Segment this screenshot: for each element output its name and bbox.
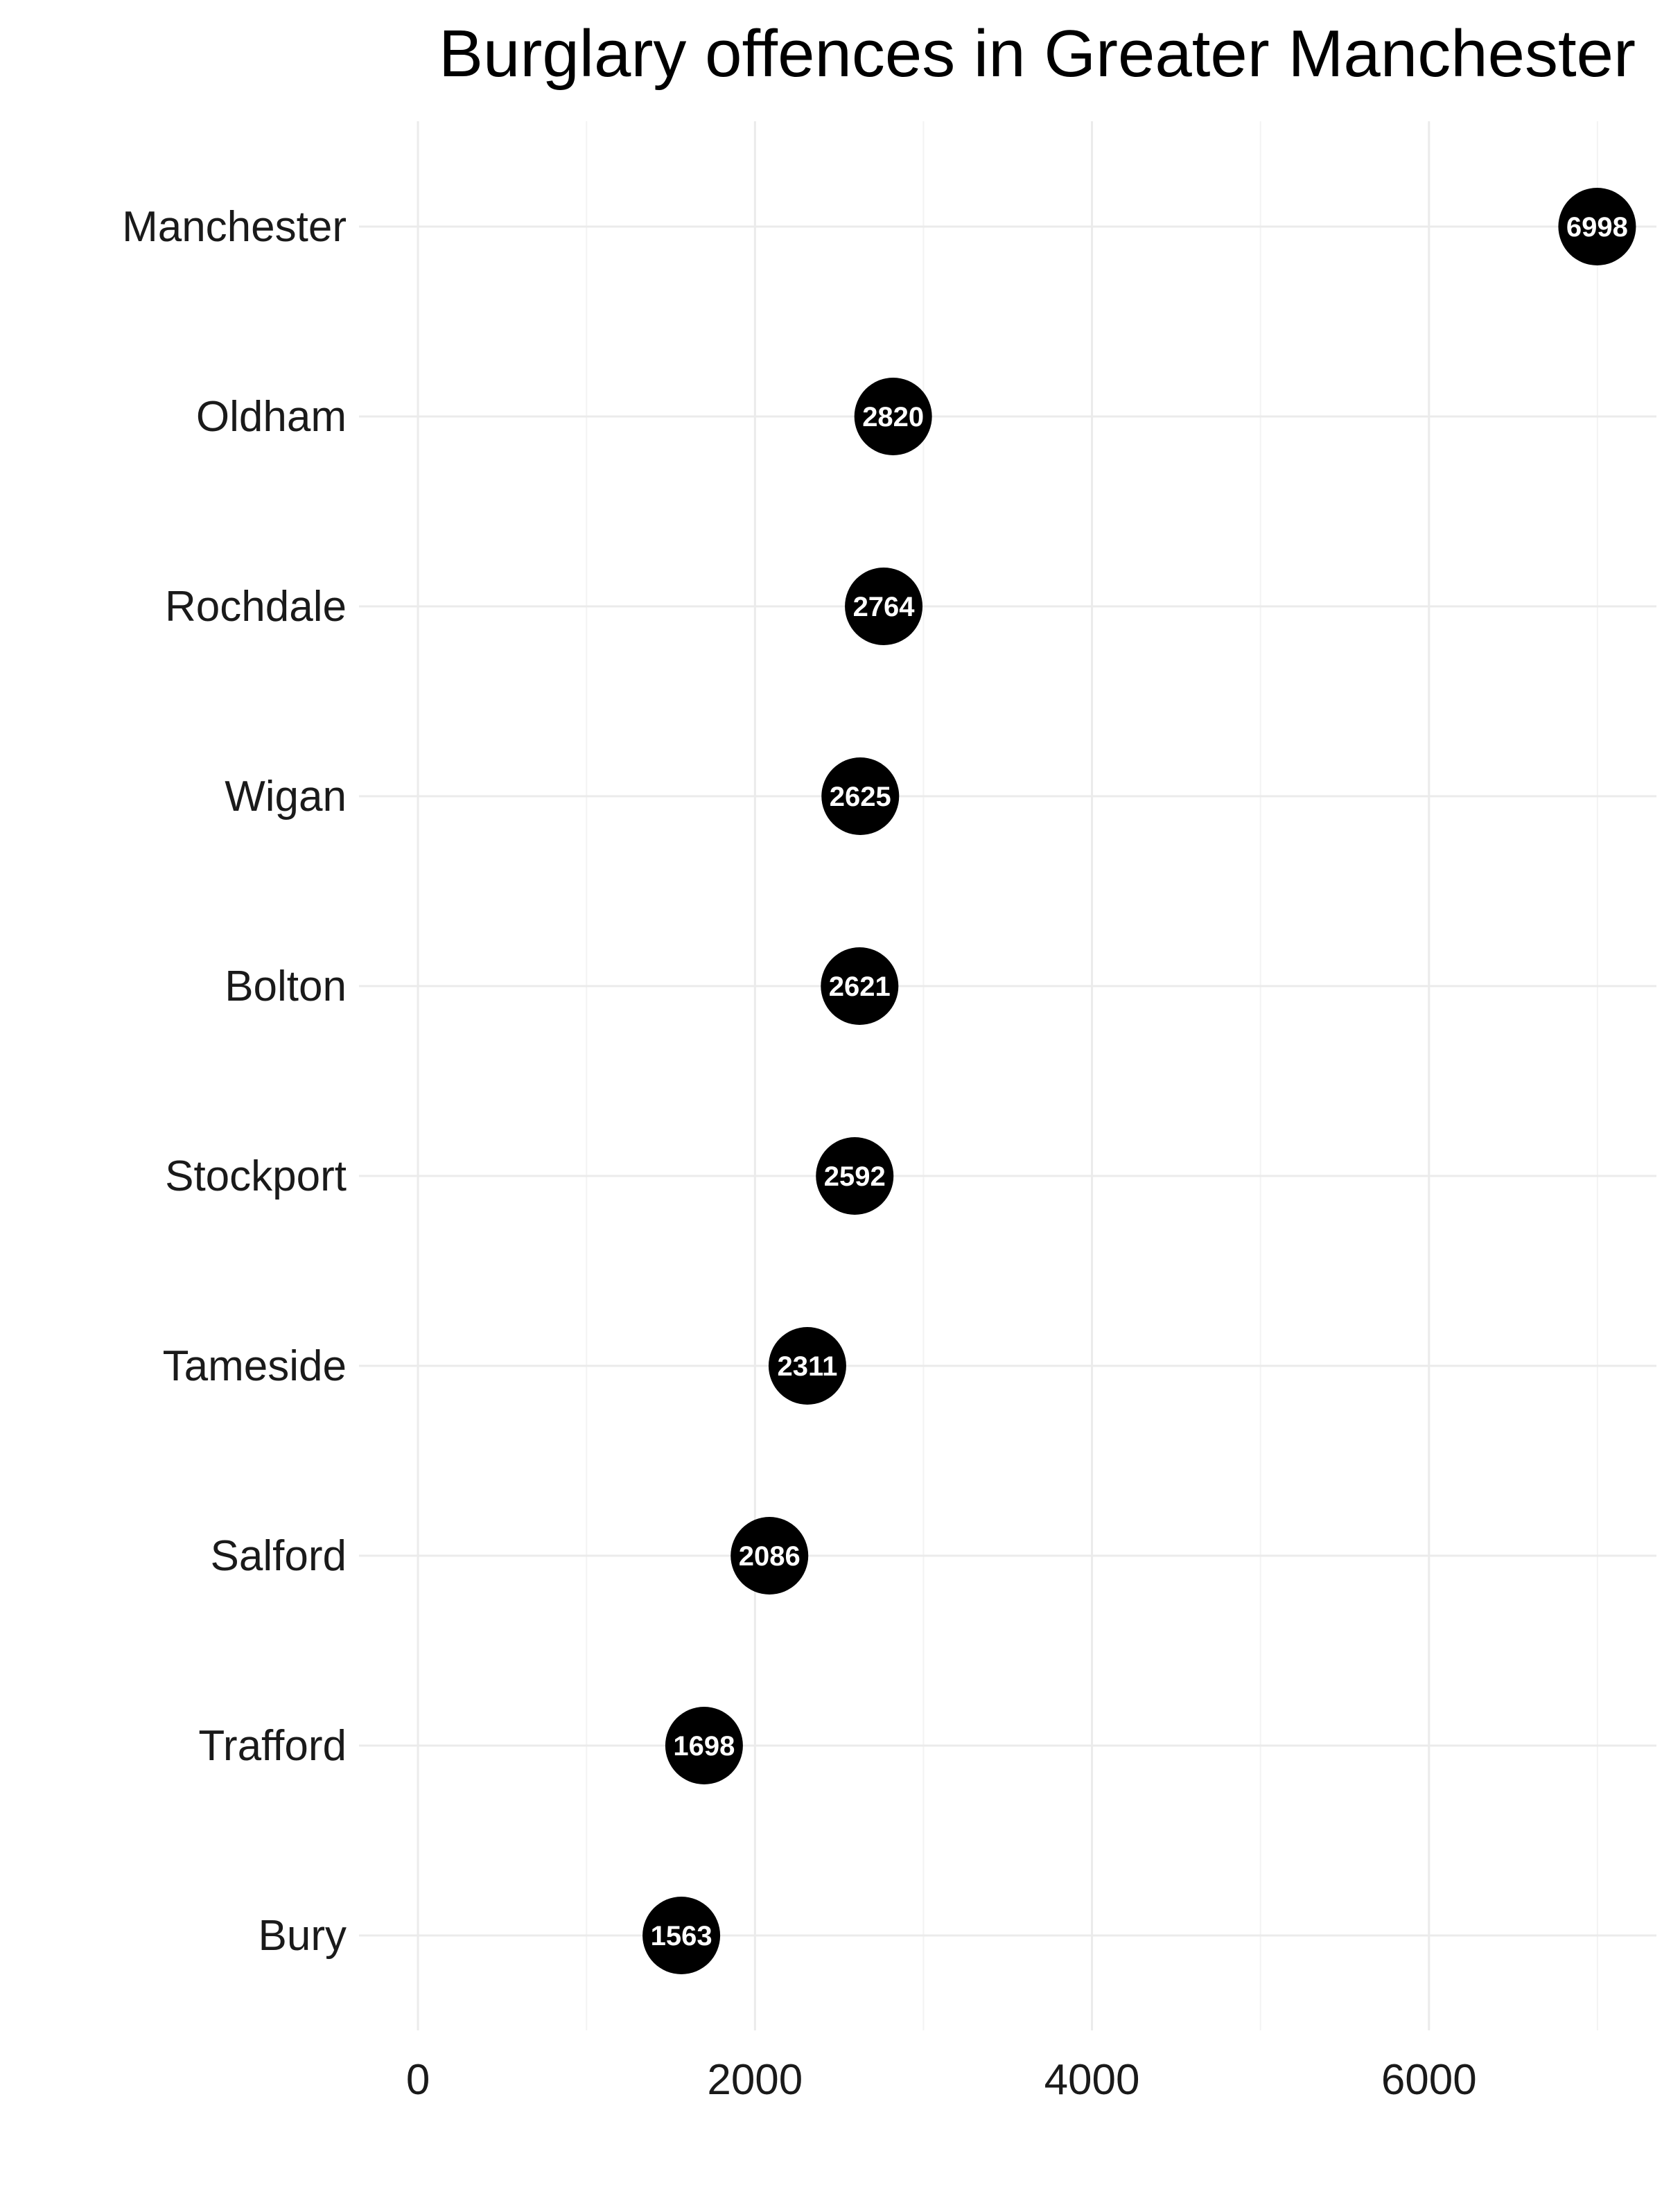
- data-points: [642, 188, 1636, 1974]
- category-label: Manchester: [122, 203, 347, 251]
- value-label: 2311: [778, 1351, 838, 1382]
- category-label: Trafford: [198, 1722, 347, 1770]
- value-label: 2621: [829, 972, 891, 1002]
- value-label: 2625: [830, 782, 891, 812]
- x-axis-tick-labels: 0 2000 4000 6000: [406, 2056, 1477, 2104]
- x-tick-label: 4000: [1044, 2056, 1140, 2104]
- value-label: 2086: [739, 1541, 800, 1572]
- x-tick-label: 2000: [707, 2056, 803, 2104]
- category-label: Bury: [259, 1912, 347, 1960]
- x-tick-label: 0: [406, 2056, 430, 2104]
- category-label: Tameside: [163, 1342, 347, 1390]
- category-label: Wigan: [225, 773, 347, 820]
- value-label: 6998: [1566, 212, 1628, 243]
- category-labels: Manchester Oldham Rochdale Wigan Bolton Stock…: [122, 203, 347, 1960]
- value-label: 2820: [862, 402, 924, 432]
- category-label: Bolton: [225, 963, 347, 1010]
- major-gridlines: [359, 121, 1656, 2030]
- value-label: 1563: [651, 1921, 712, 1951]
- value-label: 2592: [824, 1161, 886, 1192]
- value-labels: 6998 2820 2764 2625 2621 2592 2311 2086 1698 1563: [651, 212, 1628, 1951]
- x-tick-label: 6000: [1381, 2056, 1477, 2104]
- category-label: Salford: [211, 1532, 347, 1580]
- category-label: Oldham: [196, 393, 347, 441]
- chart-title: Burglary offences in Greater Manchester: [439, 17, 1636, 91]
- value-label: 1698: [673, 1731, 735, 1762]
- category-label: Stockport: [165, 1152, 347, 1200]
- value-label: 2764: [853, 592, 916, 622]
- chart: Burglary offences in Greater Manchester …: [122, 17, 1656, 2104]
- category-label: Rochdale: [165, 583, 347, 631]
